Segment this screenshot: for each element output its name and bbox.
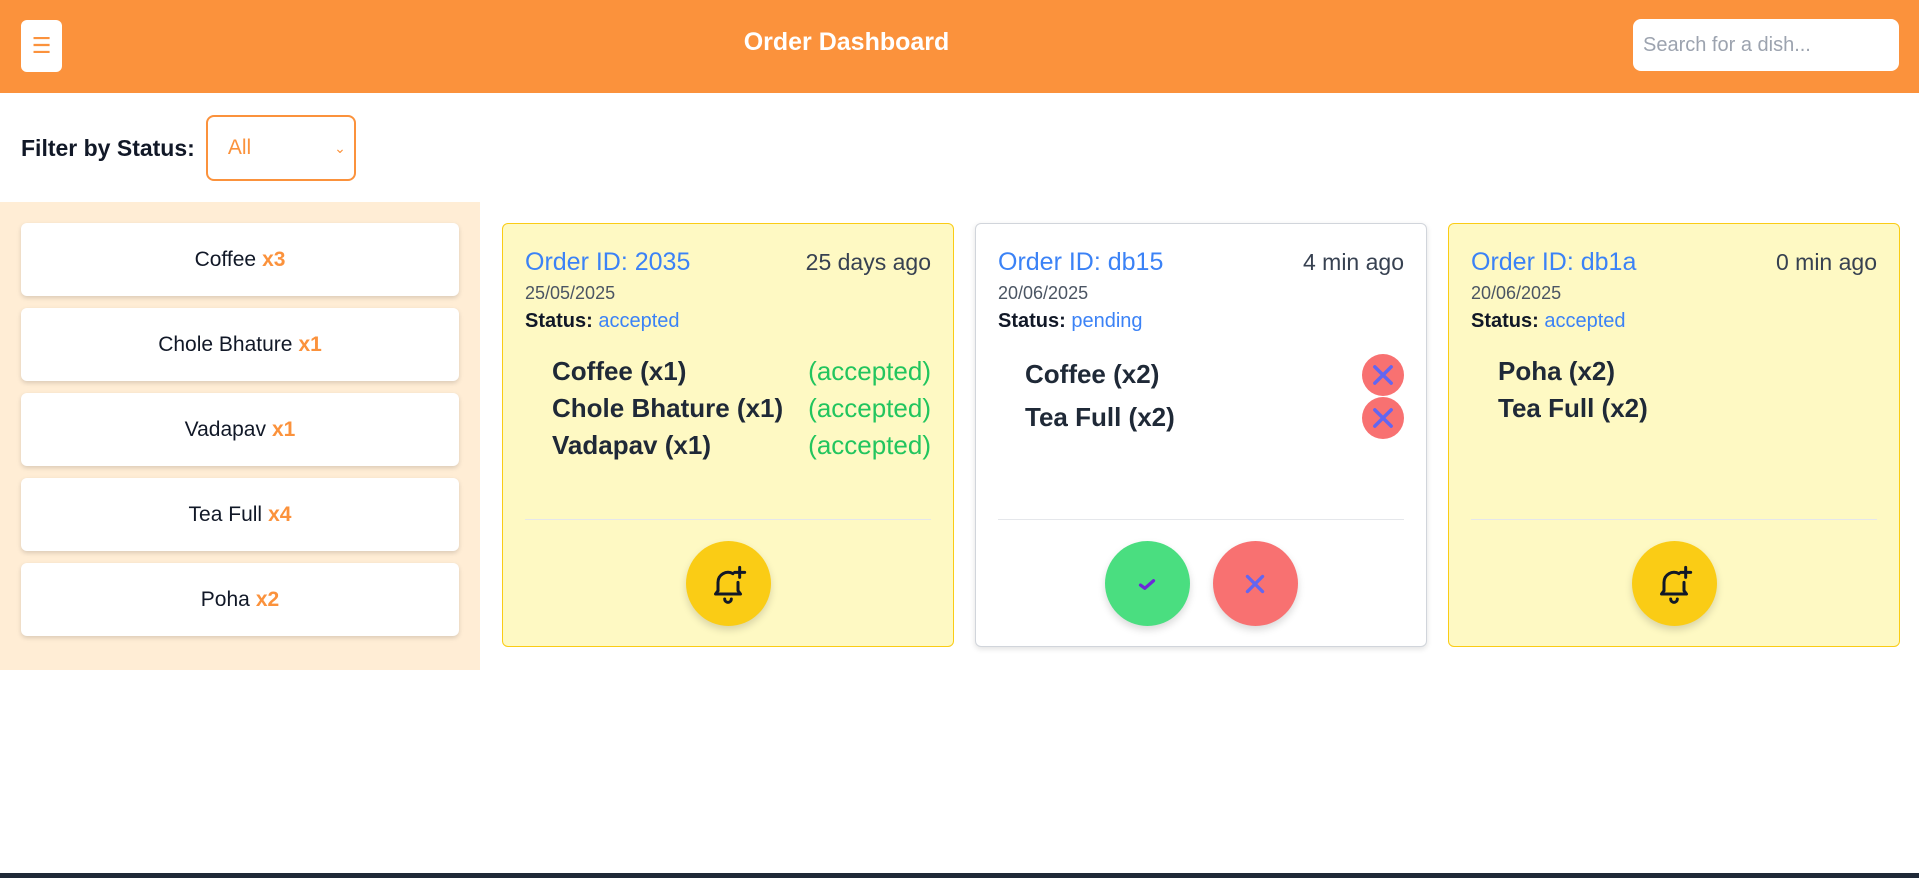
dish-item[interactable]: Vadapav x1 bbox=[21, 393, 459, 466]
dish-qty: x4 bbox=[268, 502, 292, 526]
notify-button[interactable] bbox=[685, 541, 771, 626]
dish-item[interactable]: Tea Full x4 bbox=[21, 478, 459, 551]
order-item: Tea Full (x2) bbox=[1498, 390, 1877, 427]
order-items: Poha (x2) Tea Full (x2) bbox=[1471, 353, 1877, 427]
order-item-name: Vadapav (x1) bbox=[552, 430, 711, 460]
order-item-status: (accepted) bbox=[808, 356, 931, 386]
close-icon bbox=[1373, 364, 1393, 385]
remove-item-button[interactable] bbox=[1362, 396, 1404, 439]
order-status-label: Status: bbox=[1471, 310, 1539, 332]
close-icon bbox=[1373, 407, 1393, 428]
accept-order-button[interactable] bbox=[1104, 541, 1190, 626]
order-item: Tea Full (x2) bbox=[1025, 396, 1404, 439]
order-item-name: Coffee (x1) bbox=[552, 356, 687, 386]
order-status-label: Status: bbox=[998, 310, 1066, 332]
filter-label: Filter by Status: bbox=[21, 134, 195, 161]
filter-row: Filter by Status: All ⌄ bbox=[21, 115, 356, 181]
order-date: 25/05/2025 bbox=[525, 283, 616, 303]
dish-name: Chole Bhature bbox=[158, 332, 293, 356]
card-divider bbox=[1471, 519, 1877, 520]
order-status: Status: accepted bbox=[525, 310, 931, 333]
order-item-name: Coffee (x2) bbox=[1025, 359, 1160, 389]
order-item-name: Tea Full (x2) bbox=[1498, 393, 1648, 423]
order-item: Chole Bhature (x1) (accepted) bbox=[552, 390, 931, 427]
order-item-name: Tea Full (x2) bbox=[1025, 402, 1175, 432]
dish-qty: x2 bbox=[255, 587, 280, 611]
dish-name: Coffee bbox=[194, 247, 257, 271]
order-status: Status: accepted bbox=[1471, 310, 1877, 333]
dish-name: Poha bbox=[200, 587, 250, 611]
order-time-ago: 0 min ago bbox=[1775, 249, 1877, 275]
page-title: Order Dashboard bbox=[743, 28, 950, 56]
order-date: 20/06/2025 bbox=[1471, 283, 1562, 303]
order-item-status: (accepted) bbox=[808, 430, 931, 460]
order-card: Order ID: 2035 25 days ago 25/05/2025 St… bbox=[502, 223, 954, 647]
dish-name: Vadapav bbox=[184, 417, 266, 441]
order-id[interactable]: Order ID: 2035 bbox=[525, 248, 690, 277]
order-card: Order ID: db15 4 min ago 20/06/2025 Stat… bbox=[975, 223, 1427, 647]
check-icon bbox=[1138, 578, 1156, 590]
chevron-down-icon: ⌄ bbox=[334, 139, 346, 156]
status-filter-value: All bbox=[227, 136, 252, 159]
order-time-ago: 25 days ago bbox=[805, 249, 931, 275]
status-badge: pending bbox=[1071, 310, 1143, 332]
order-item-name: Chole Bhature (x1) bbox=[552, 393, 784, 423]
close-icon bbox=[1245, 574, 1265, 593]
dish-summary-sidebar: Coffee x3 Chole Bhature x1 Vadapav x1 Te… bbox=[0, 202, 480, 670]
order-item: Coffee (x1) (accepted) bbox=[552, 353, 931, 390]
order-status-label: Status: bbox=[525, 310, 593, 332]
order-item-status: (accepted) bbox=[808, 393, 931, 423]
card-divider bbox=[998, 519, 1404, 520]
order-status: Status: pending bbox=[998, 310, 1404, 333]
dish-name: Tea Full bbox=[188, 502, 263, 526]
reject-order-button[interactable] bbox=[1212, 541, 1298, 626]
remove-item-button[interactable] bbox=[1362, 353, 1404, 396]
order-time-ago: 4 min ago bbox=[1302, 249, 1404, 275]
dish-item[interactable]: Coffee x3 bbox=[21, 223, 459, 296]
status-badge: accepted bbox=[1544, 310, 1626, 332]
order-items: Coffee (x1) (accepted) Chole Bhature (x1… bbox=[525, 353, 931, 464]
card-divider bbox=[525, 519, 931, 520]
order-date: 20/06/2025 bbox=[998, 283, 1089, 303]
order-card: Order ID: db1a 0 min ago 20/06/2025 Stat… bbox=[1448, 223, 1900, 647]
order-item: Vadapav (x1) (accepted) bbox=[552, 427, 931, 464]
dish-qty: x1 bbox=[298, 332, 322, 356]
notify-button[interactable] bbox=[1631, 541, 1717, 626]
dish-item[interactable]: Poha x2 bbox=[21, 563, 459, 636]
order-item-name: Poha (x2) bbox=[1498, 356, 1616, 386]
order-items: Coffee (x2) Tea Full (x2) bbox=[998, 353, 1404, 439]
page-bottom-border bbox=[0, 873, 1919, 878]
order-id[interactable]: Order ID: db15 bbox=[998, 248, 1163, 277]
dish-item[interactable]: Chole Bhature x1 bbox=[21, 308, 459, 381]
status-filter-select[interactable]: All ⌄ bbox=[205, 115, 356, 181]
order-id[interactable]: Order ID: db1a bbox=[1471, 248, 1636, 277]
order-item: Poha (x2) bbox=[1498, 353, 1877, 390]
dish-qty: x1 bbox=[272, 417, 296, 441]
dish-qty: x3 bbox=[262, 247, 286, 271]
order-item: Coffee (x2) bbox=[1025, 353, 1404, 396]
bell-plus-icon bbox=[714, 565, 747, 604]
header-bar: ☰ Order Dashboard bbox=[0, 0, 1919, 93]
bell-plus-icon bbox=[1660, 565, 1693, 604]
search-input[interactable] bbox=[1633, 19, 1899, 71]
status-badge: accepted bbox=[598, 310, 680, 332]
